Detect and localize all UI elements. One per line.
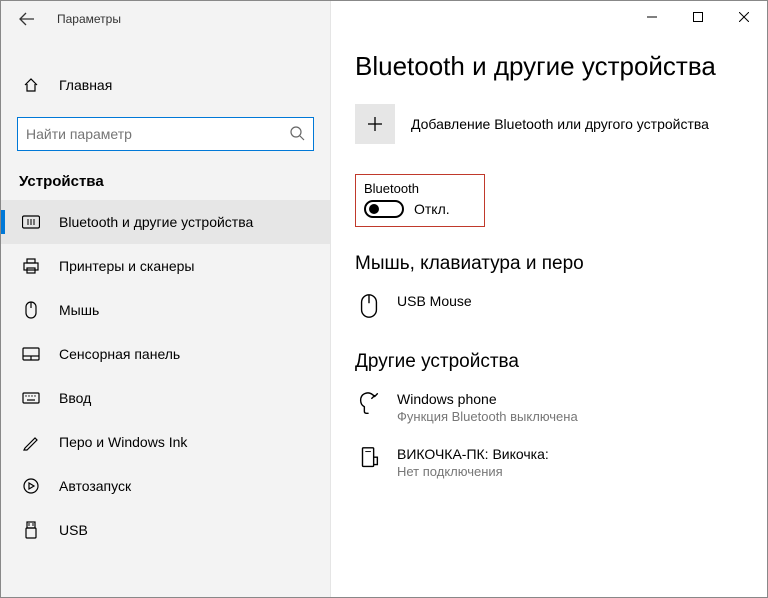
device-row[interactable]: USB Mouse (355, 285, 747, 333)
typing-icon (21, 389, 41, 407)
page-title: Bluetooth и другие устройства (355, 51, 747, 82)
sidebar-item-label: Автозапуск (59, 478, 131, 494)
search-input[interactable] (26, 126, 289, 142)
category-heading: Устройства (1, 157, 330, 200)
autoplay-icon (21, 477, 41, 495)
sidebar-item-typing[interactable]: Ввод (1, 376, 330, 420)
pen-icon (21, 433, 41, 451)
content-area: Bluetooth и другие устройства Добавление… (331, 1, 767, 597)
sidebar-item-label: Ввод (59, 390, 91, 406)
bluetooth-state-label: Откл. (414, 201, 450, 217)
sidebar-item-label: Сенсорная панель (59, 346, 180, 362)
app-title: Параметры (57, 12, 121, 26)
back-button[interactable] (15, 7, 39, 31)
device-subtitle: Нет подключения (397, 464, 549, 479)
sidebar-item-printers[interactable]: Принтеры и сканеры (1, 244, 330, 288)
search-icon (289, 125, 305, 144)
close-button[interactable] (721, 1, 767, 33)
sidebar-item-label: USB (59, 522, 88, 538)
sidebar-item-mouse[interactable]: Мышь (1, 288, 330, 332)
home-icon (21, 77, 41, 93)
sidebar-item-label: Перо и Windows Ink (59, 434, 187, 450)
device-name: Windows phone (397, 391, 578, 407)
printers-icon (21, 257, 41, 275)
sidebar-item-label: Принтеры и сканеры (59, 258, 194, 274)
device-icon (355, 446, 383, 472)
window-controls (629, 1, 767, 33)
bluetooth-icon (21, 213, 41, 231)
mouse-icon (21, 301, 41, 319)
device-name: ВИКОЧКА-ПК: Викочка: (397, 446, 549, 462)
maximize-button[interactable] (675, 1, 721, 33)
sidebar: Параметры Главная Устройства Bluetooth и… (1, 1, 331, 597)
usb-icon (21, 521, 41, 539)
home-link[interactable]: Главная (1, 65, 330, 105)
titlebar: Параметры (1, 1, 330, 37)
sidebar-item-usb[interactable]: USB (1, 508, 330, 552)
sidebar-item-touchpad[interactable]: Сенсорная панель (1, 332, 330, 376)
sidebar-item-pen[interactable]: Перо и Windows Ink (1, 420, 330, 464)
minimize-icon (647, 12, 657, 22)
touchpad-icon (21, 345, 41, 363)
device-name: USB Mouse (397, 293, 472, 309)
add-device-row[interactable]: Добавление Bluetooth или другого устройс… (355, 104, 747, 144)
sidebar-item-bluetooth[interactable]: Bluetooth и другие устройства (1, 200, 330, 244)
minimize-button[interactable] (629, 1, 675, 33)
sidebar-item-label: Bluetooth и другие устройства (59, 214, 253, 230)
device-subtitle: Функция Bluetooth выключена (397, 409, 578, 424)
home-label: Главная (59, 77, 112, 93)
device-row[interactable]: ВИКОЧКА-ПК: Викочка: Нет подключения (355, 438, 747, 493)
add-device-label: Добавление Bluetooth или другого устройс… (411, 116, 709, 132)
sidebar-item-autoplay[interactable]: Автозапуск (1, 464, 330, 508)
other-section-title: Другие устройства (355, 351, 747, 373)
bluetooth-toggle-box: Bluetooth Откл. (355, 174, 485, 227)
search-box[interactable] (17, 117, 314, 151)
arrow-left-icon (19, 11, 35, 27)
plus-icon (367, 116, 383, 132)
mouse-section-title: Мышь, клавиатура и перо (355, 253, 747, 275)
sidebar-item-label: Мышь (59, 302, 99, 318)
add-device-button[interactable] (355, 104, 395, 144)
device-icon (355, 391, 383, 417)
bluetooth-toggle[interactable] (364, 200, 404, 218)
bluetooth-title: Bluetooth (364, 181, 476, 196)
maximize-icon (693, 12, 703, 22)
close-icon (739, 12, 749, 22)
mouse-icon (355, 293, 383, 319)
device-row[interactable]: Windows phone Функция Bluetooth выключена (355, 383, 747, 438)
